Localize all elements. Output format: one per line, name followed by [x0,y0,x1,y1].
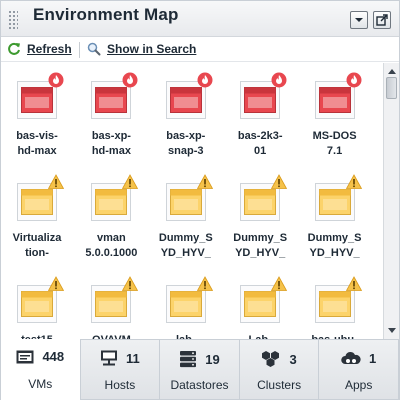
tab-summary: 1 [319,350,398,366]
tab-count: 448 [42,349,65,364]
warning-triangle-icon [47,174,65,190]
vm-tile[interactable]: bas-xp- snap-3 [154,69,228,159]
warning-triangle-icon [122,174,139,190]
vm-tile-label: bas-xp- hd-max [91,130,131,157]
tab-label: Clusters [257,378,302,392]
tab-label: VMs [28,377,53,391]
vm-tile[interactable]: vman 5.0.0.1000 [79,171,153,261]
tab-summary: 19 [160,350,239,368]
tab-label: Apps [344,378,373,392]
vm-tile-label: bas-2k3- 01 [237,130,283,157]
scroll-up-button[interactable] [385,65,399,77]
datastore-icon [179,350,197,368]
tab-count: 3 [289,351,297,367]
tab-datastores[interactable]: 19 Datastores [160,340,240,400]
vm-tile-label: Dummy_S YD_HYV_ [307,232,362,259]
vm-tile[interactable]: test15 [5,273,79,339]
warning-triangle-icon [345,174,362,190]
panel-header: Environment Map [1,1,399,37]
warning-triangle-icon [47,276,65,292]
tab-label: Hosts [104,378,136,392]
vm-tile-label: bas-vis- hd-max [16,130,58,157]
tab-count: 1 [369,350,377,366]
tab-clusters[interactable]: 3 Clusters [240,340,320,400]
vm-tile[interactable]: Virtualiza tion- [5,171,79,261]
vm-tile[interactable]: lab- [154,273,228,339]
cluster-icon [261,350,281,368]
toolbar-divider [79,42,80,58]
tab-count: 19 [205,351,220,367]
warning-triangle-icon [196,174,213,190]
vm-tile-grid: bas-vis- hd-max bas-xp- hd-max bas-xp- sna… [5,69,377,339]
tab-summary: 11 [81,350,160,366]
vm-tile-label: MS-DOS 7.1 [312,130,357,157]
refresh-button[interactable]: Refresh [7,42,72,56]
alert-flame-icon [271,72,287,88]
environment-map-panel: Environment Map Refresh Show in Search b… [0,0,400,400]
warning-triangle-icon [345,276,362,292]
search-icon [87,42,101,56]
show-in-search-label: Show in Search [107,42,197,56]
vm-tile[interactable]: Dummy_S YD_HYV_ [303,171,377,261]
tab-summary: 3 [240,350,319,368]
tab-apps[interactable]: 1 Apps [319,340,399,400]
toolbar: Refresh Show in Search [1,38,399,62]
popout-button[interactable] [373,11,391,29]
panel-title: Environment Map [33,5,179,24]
arrow-down-icon [388,328,396,333]
show-in-search-button[interactable]: Show in Search [87,42,196,56]
panel-menu-button[interactable] [350,11,368,29]
alert-flame-icon [48,72,64,88]
refresh-label: Refresh [27,42,72,56]
warning-triangle-icon [122,276,139,292]
vm-tile[interactable]: MS-DOS 7.1 [303,69,377,159]
vm-tile[interactable]: bas-xp- hd-max [79,69,153,159]
tab-hosts[interactable]: 11 Hosts [81,340,161,400]
vm-tile[interactable]: bas-ubu- [303,273,377,339]
vm-tile-label: Dummy_S YD_HYV_ [233,232,288,259]
warning-triangle-icon [270,174,288,190]
tab-count: 11 [126,350,140,366]
warning-triangle-icon [196,276,213,292]
tab-label: Datastores [170,378,229,392]
vm-icon [16,350,34,364]
scroll-thumb[interactable] [386,77,397,99]
warning-triangle-icon [270,276,288,292]
chevron-down-icon [355,18,363,22]
vm-tile[interactable]: Lab- [228,273,302,339]
vm-tile[interactable]: Dummy_S YD_HYV_ [228,171,302,261]
vm-tile-label: Virtualiza tion- [12,232,62,259]
vm-tile[interactable]: OVAVM [79,273,153,339]
object-type-tabs: 448 VMs 11 Hosts 19 Datastores 3 Clusters 1 Apps [1,339,399,400]
vm-tile[interactable]: bas-2k3- 01 [228,69,302,159]
vm-tile-label: Dummy_S YD_HYV_ [158,232,213,259]
alert-flame-icon [122,72,138,88]
tab-vms[interactable]: 448 VMs [1,339,81,400]
tab-summary: 448 [1,349,80,364]
vm-tile[interactable]: Dummy_S YD_HYV_ [154,171,228,261]
vm-tile-label: bas-xp- snap-3 [166,130,206,157]
vm-tile-area: bas-vis- hd-max bas-xp- hd-max bas-xp- sna… [1,63,383,339]
alert-flame-icon [346,72,362,88]
scroll-down-button[interactable] [385,325,399,337]
apps-icon [341,350,361,366]
vertical-scrollbar[interactable] [383,63,399,339]
vm-tile[interactable]: bas-vis- hd-max [5,69,79,159]
arrow-up-icon [388,69,396,74]
popout-icon [376,14,388,26]
vm-tile-label: vman 5.0.0.1000 [85,232,138,259]
host-icon [100,350,118,366]
refresh-icon [8,42,20,55]
drag-grip-icon[interactable] [8,10,18,30]
alert-flame-icon [197,72,213,88]
